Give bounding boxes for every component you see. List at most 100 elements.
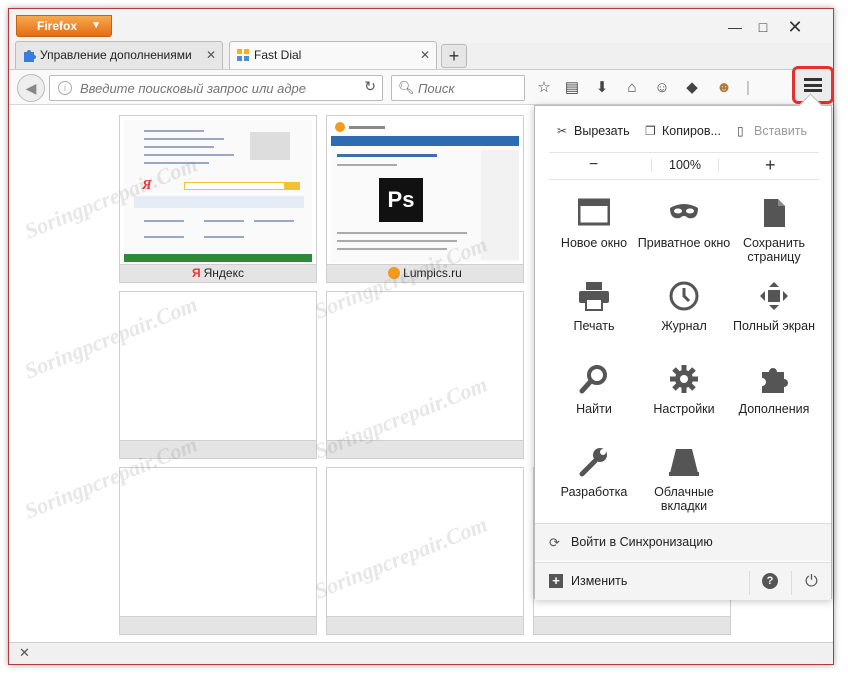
synced-tabs-button[interactable]: Облачные вкладки — [637, 447, 731, 513]
search-bar[interactable]: 🔍︎ — [391, 75, 525, 101]
thumb-line — [349, 126, 385, 129]
tile-caption: Lumpics.ru — [327, 264, 523, 282]
scissors-icon: ✂ — [557, 124, 568, 138]
thumb-search-box — [184, 182, 294, 190]
fullscreen-icon — [760, 282, 788, 310]
url-bar[interactable]: i ↻ — [49, 75, 383, 101]
help-button[interactable]: ? — [749, 571, 787, 595]
customize-plus-icon[interactable]: + — [549, 574, 563, 588]
tile-caption — [534, 616, 730, 634]
synced-tabs-label: Облачные вкладки — [654, 485, 714, 513]
reading-list-icon[interactable]: ▤ — [561, 77, 583, 99]
url-input[interactable] — [80, 78, 350, 98]
print-button[interactable]: Печать — [547, 281, 641, 333]
tile-caption — [327, 440, 523, 458]
tile-caption-text: Lumpics.ru — [403, 266, 462, 280]
speed-dial-tile-empty[interactable] — [119, 291, 317, 459]
printer-icon — [579, 282, 609, 311]
save-page-icon — [764, 199, 785, 227]
lumpics-favicon-icon — [388, 267, 401, 279]
thumb-services — [134, 196, 304, 208]
tab-close-icon[interactable]: ✕ — [206, 42, 216, 68]
quit-power-icon[interactable]: ⏻ — [791, 571, 831, 595]
speed-dial-tile-yandex[interactable]: Я Я Яндекс — [119, 115, 317, 283]
private-mask-icon — [670, 204, 698, 219]
new-window-button[interactable]: Новое окно — [547, 198, 641, 250]
thumb-title — [337, 154, 437, 157]
copy-label: Копиров... — [662, 124, 721, 138]
cut-label: Вырезать — [574, 124, 630, 138]
status-bar: ✕ — [9, 642, 833, 664]
puzzle-icon — [24, 50, 36, 62]
zoom-controls: − 100% + — [549, 152, 819, 180]
thumb-line — [204, 236, 244, 238]
tab-fast-dial[interactable]: Fast Dial ✕ — [229, 41, 437, 69]
clipboard-icon: ▯ — [737, 124, 744, 138]
thumb-logo — [335, 122, 345, 132]
thumb-image — [250, 132, 290, 160]
paste-button[interactable]: ▯ Вставить — [737, 124, 807, 138]
thumb-nav — [331, 136, 519, 146]
firefox-menu-button[interactable]: Firefox ▼ — [16, 15, 112, 37]
back-button[interactable]: ◀ — [17, 74, 45, 102]
navigation-bar: ◀ i ↻ 🔍︎ ☆ ▤ ⬇ ⌂ ☺ ◆ ☻ | — [9, 69, 833, 105]
history-button[interactable]: Журнал — [637, 281, 731, 333]
home-icon[interactable]: ⌂ — [621, 77, 643, 99]
downloads-icon[interactable]: ⬇ — [591, 77, 613, 99]
tile-caption-text: Яндекс — [203, 266, 244, 280]
tile-thumbnail: Я — [124, 120, 312, 262]
tab-close-icon[interactable]: ✕ — [420, 42, 430, 68]
cut-button[interactable]: ✂ Вырезать — [557, 124, 630, 138]
bookmark-star-icon[interactable]: ☆ — [533, 77, 555, 99]
extension-face-icon[interactable]: ☻ — [713, 77, 735, 99]
find-label: Найти — [576, 402, 612, 416]
minimize-button[interactable]: — — [723, 17, 747, 37]
thumb-sidebar — [481, 150, 519, 260]
photoshop-thumb: Ps — [379, 178, 423, 222]
addons-button[interactable]: Дополнения — [727, 364, 821, 416]
tab-addons-manager[interactable]: Управление дополнениями ✕ — [15, 41, 223, 69]
close-window-button[interactable]: ✕ — [783, 17, 807, 37]
zoom-reset-button[interactable]: 100% — [651, 158, 719, 172]
fullscreen-label: Полный экран — [733, 319, 815, 333]
zoom-in-button[interactable]: + — [765, 155, 776, 176]
reload-icon[interactable]: ↻ — [364, 78, 376, 95]
speed-dial-tile-empty[interactable] — [326, 467, 524, 635]
thumb-line — [337, 248, 447, 250]
private-window-button[interactable]: Приватное окно — [637, 198, 731, 250]
fullscreen-button[interactable]: Полный экран — [727, 281, 821, 333]
dropdown-arrow-icon: ▼ — [91, 20, 101, 31]
copy-button[interactable]: ❐ Копиров... — [645, 124, 721, 138]
site-info-icon[interactable]: i — [58, 81, 72, 95]
maximize-button[interactable]: □ — [751, 17, 775, 37]
copy-icon: ❐ — [645, 124, 656, 138]
save-page-button[interactable]: Сохранить страницу — [727, 198, 821, 264]
toolbar-separator: | — [746, 79, 750, 96]
find-button[interactable]: Найти — [547, 364, 641, 416]
speed-dial-tile-lumpics[interactable]: Ps Lumpics.ru — [326, 115, 524, 283]
options-button[interactable]: Настройки — [637, 364, 731, 416]
tile-caption — [120, 616, 316, 634]
thumb-line — [144, 130, 204, 132]
tile-caption — [327, 616, 523, 634]
search-input[interactable] — [418, 78, 518, 98]
developer-button[interactable]: Разработка — [547, 447, 641, 499]
new-tab-button[interactable]: + — [441, 44, 467, 68]
speed-dial-tile-empty[interactable] — [326, 291, 524, 459]
developer-wrench-icon — [579, 448, 607, 477]
thumb-line — [144, 220, 184, 222]
thumb-line — [144, 154, 234, 156]
zoom-out-button[interactable]: − — [589, 156, 598, 174]
new-window-icon — [578, 198, 610, 226]
chat-smiley-icon[interactable]: ☺ — [651, 77, 673, 99]
tab-label: Fast Dial — [254, 48, 302, 62]
yandex-favicon-icon: Я — [192, 266, 201, 280]
pocket-icon[interactable]: ◆ — [681, 77, 703, 99]
customize-button[interactable]: Изменить — [571, 574, 627, 588]
tab-label: Управление дополнениями — [40, 48, 192, 62]
sync-signin-button[interactable]: ⟳ Войти в Синхронизацию — [535, 523, 831, 561]
close-status-icon[interactable]: ✕ — [19, 645, 30, 661]
addons-puzzle-icon — [762, 368, 788, 393]
speed-dial-tile-empty[interactable] — [119, 467, 317, 635]
tile-thumbnail: Ps — [331, 120, 519, 262]
